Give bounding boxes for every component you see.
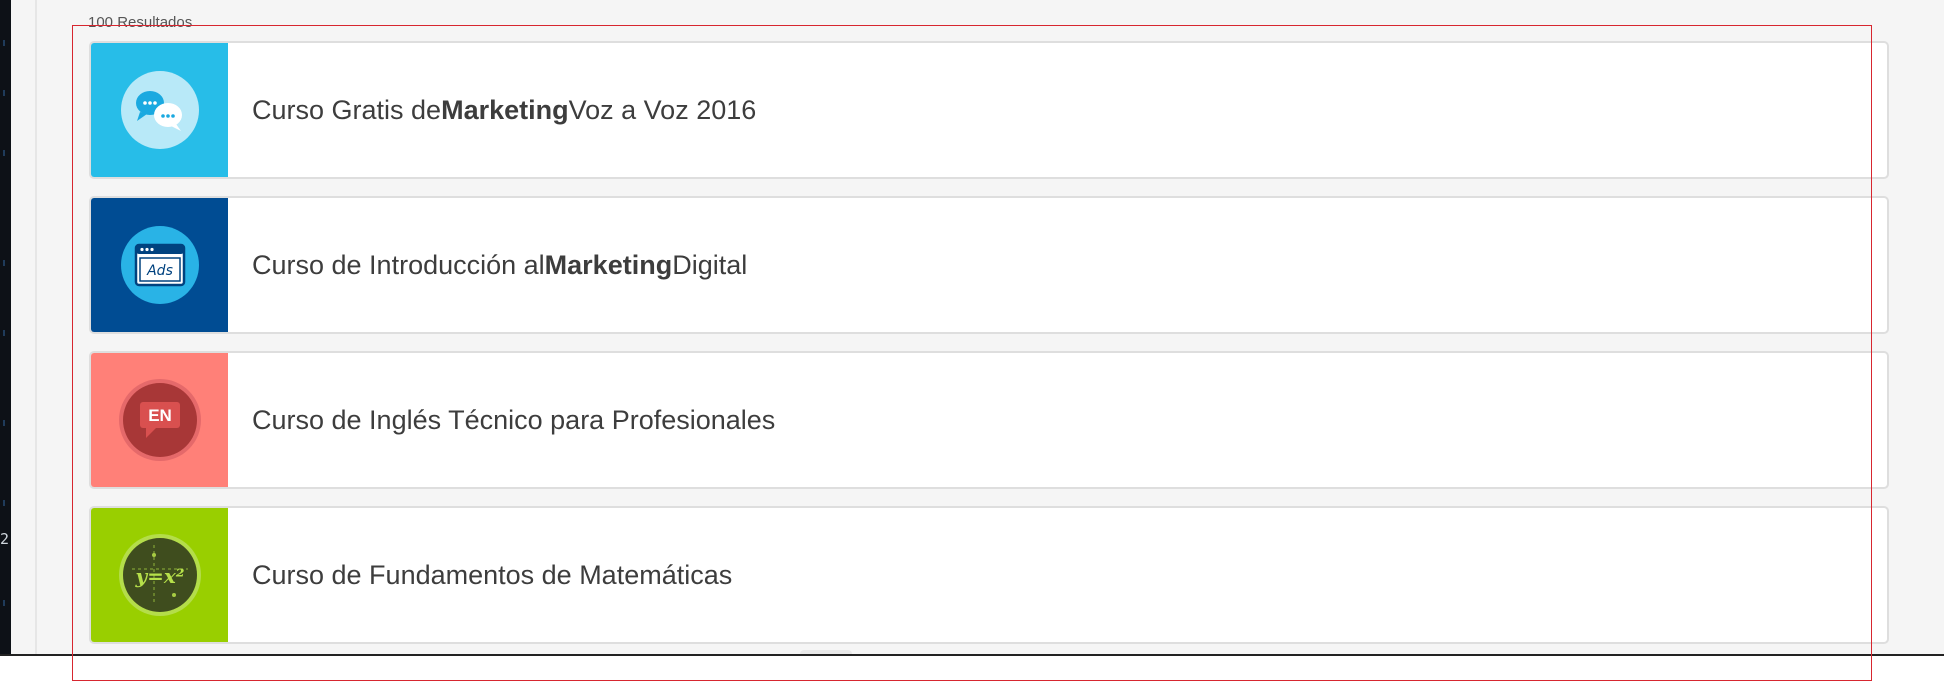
svg-text:Ads: Ads — [146, 263, 173, 279]
course-title[interactable]: Curso de Introducción al Marketing Digit… — [228, 198, 747, 332]
page-divider — [35, 0, 37, 655]
course-title[interactable]: Curso de Fundamentos de Matemáticas — [228, 508, 732, 642]
bottom-divider — [0, 654, 1944, 656]
gutter-line-number: 2 — [0, 530, 10, 548]
course-thumbnail — [91, 43, 228, 177]
course-card[interactable]: EN Curso de Inglés Técnico para Profesio… — [89, 351, 1889, 489]
course-thumbnail: Ads — [91, 198, 228, 332]
math-formula-icon: y=x² — [118, 534, 201, 616]
highlight-term: Marketing — [544, 249, 673, 280]
course-title[interactable]: Curso Gratis de Marketing Voz a Voz 2016 — [228, 43, 756, 177]
svg-text:EN: EN — [148, 406, 172, 425]
results-count: 100 Resultados — [88, 14, 193, 31]
chat-bubbles-icon — [120, 71, 199, 149]
editor-gutter — [0, 0, 11, 655]
course-title[interactable]: Curso de Inglés Técnico para Profesional… — [228, 353, 775, 487]
course-card[interactable]: Ads Curso de Introducción al Marketing D… — [89, 196, 1889, 334]
course-thumbnail: EN — [91, 353, 228, 487]
english-speech-icon: EN — [118, 379, 201, 461]
course-card[interactable]: Curso Gratis de Marketing Voz a Voz 2016 — [89, 41, 1889, 179]
course-card[interactable]: y=x² Curso de Fundamentos de Matemáticas — [89, 506, 1889, 644]
ads-window-icon: Ads — [120, 226, 199, 304]
course-thumbnail: y=x² — [91, 508, 228, 642]
course-list: Curso Gratis de Marketing Voz a Voz 2016… — [89, 41, 1889, 661]
svg-text:y=x²: y=x² — [134, 564, 184, 588]
highlight-term: Marketing — [441, 94, 569, 125]
